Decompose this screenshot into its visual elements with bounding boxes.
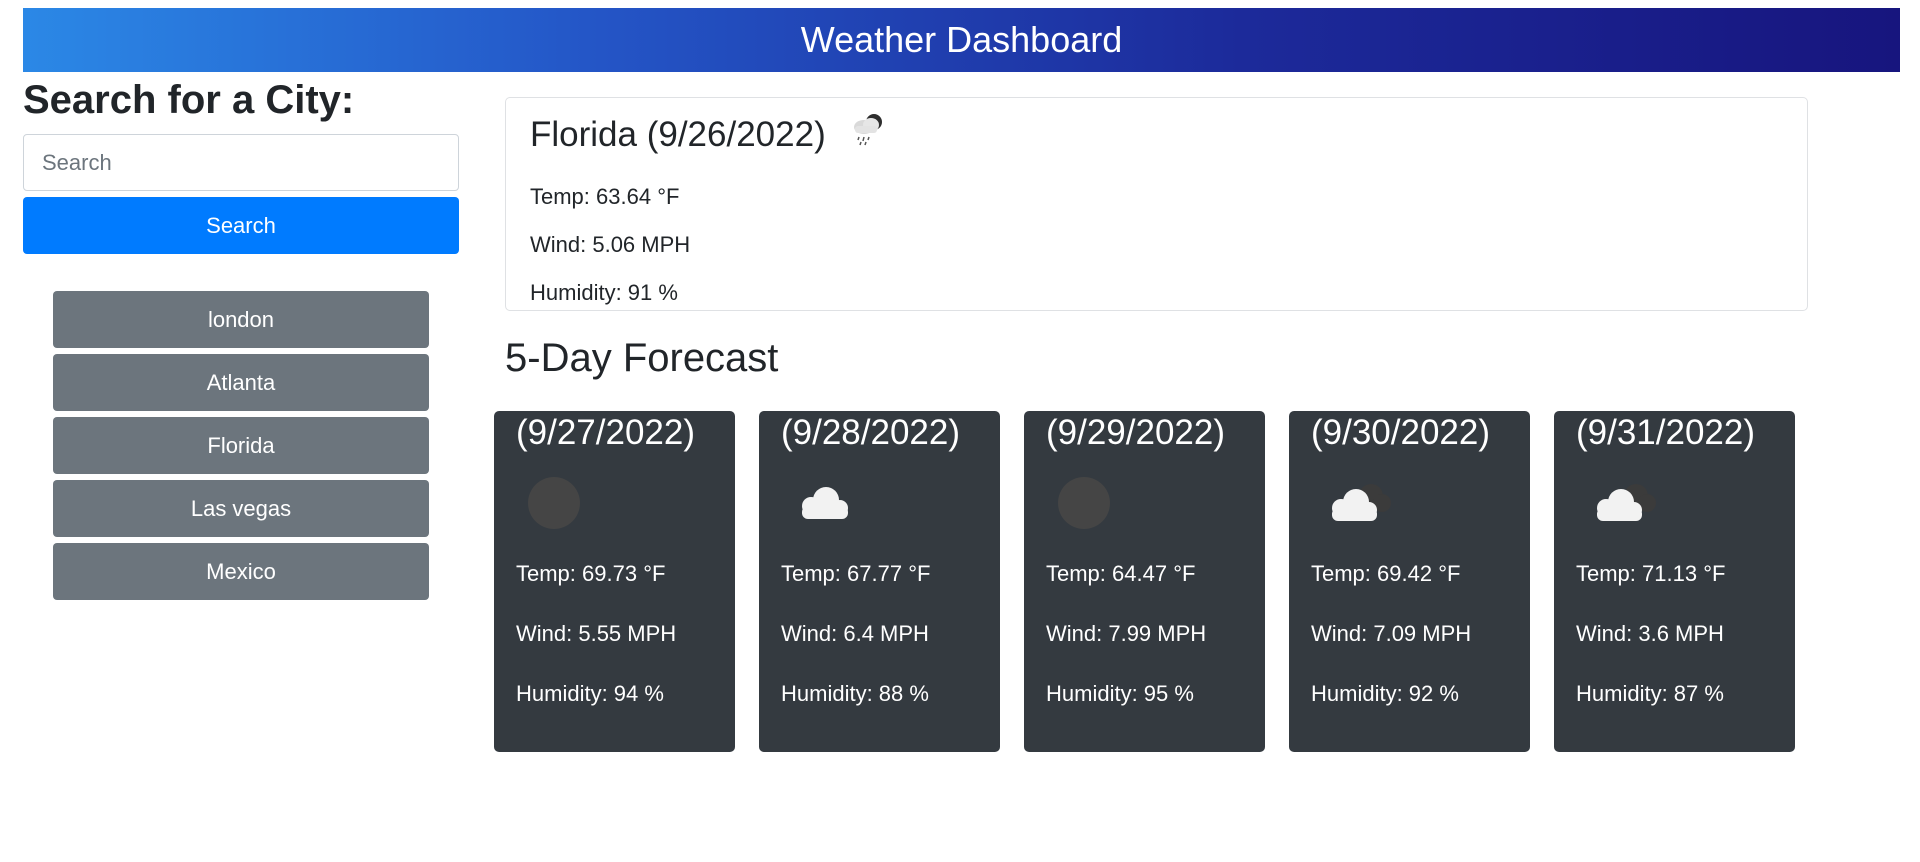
forecast-temp: Temp: 71.13 °F [1576, 561, 1726, 586]
forecast-wind: Wind: 7.09 MPH [1311, 621, 1472, 646]
moon-icon [1046, 455, 1243, 551]
forecast-wind: Wind: 5.55 MPH [516, 621, 677, 646]
current-weather-card: Florida (9/26/2022) Temp: 63.64 °F Wind:… [505, 97, 1808, 311]
forecast-temp: Temp: 69.73 °F [516, 561, 666, 586]
current-weather-title-row: Florida (9/26/2022) [530, 110, 1783, 160]
forecast-card: (9/30/2022) Temp: 69.42 °F Wind: 7.09 MP… [1289, 411, 1530, 752]
history-item-florida[interactable]: Florida [53, 417, 429, 474]
forecast-date: (9/28/2022) [781, 413, 961, 452]
search-input[interactable] [23, 134, 459, 191]
history-item-las-vegas[interactable]: Las vegas [53, 480, 429, 537]
history-item-mexico[interactable]: Mexico [53, 543, 429, 600]
forecast-date: (9/30/2022) [1311, 413, 1491, 452]
moon-icon [516, 455, 713, 551]
app-header: Weather Dashboard [23, 8, 1900, 72]
history-item-atlanta[interactable]: Atlanta [53, 354, 429, 411]
forecast-date: (9/31/2022) [1576, 413, 1756, 452]
forecast-card: (9/27/2022) Temp: 69.73 °F Wind: 5.55 MP… [494, 411, 735, 752]
search-button[interactable]: Search [23, 197, 459, 254]
forecast-humidity: Humidity: 92 % [1311, 681, 1459, 706]
broken-clouds-icon [1576, 455, 1773, 551]
forecast-card: (9/31/2022) Temp: 71.13 °F Wind: 3.6 MPH… [1554, 411, 1795, 752]
forecast-wind: Wind: 7.99 MPH [1046, 621, 1207, 646]
forecast-row: (9/27/2022) Temp: 69.73 °F Wind: 5.55 MP… [494, 411, 1795, 752]
forecast-date: (9/27/2022) [516, 413, 696, 452]
app-title: Weather Dashboard [800, 19, 1123, 60]
forecast-wind: Wind: 6.4 MPH [781, 621, 929, 646]
forecast-card: (9/29/2022) Temp: 64.47 °F Wind: 7.99 MP… [1024, 411, 1265, 752]
search-history-list: london Atlanta Florida Las vegas Mexico [53, 291, 429, 600]
forecast-temp: Temp: 69.42 °F [1311, 561, 1461, 586]
forecast-humidity: Humidity: 95 % [1046, 681, 1194, 706]
forecast-date: (9/29/2022) [1046, 413, 1226, 452]
forecast-humidity: Humidity: 88 % [781, 681, 929, 706]
cloud-icon [781, 455, 978, 551]
current-humidity: Humidity: 91 % [530, 280, 678, 305]
history-item-london[interactable]: london [53, 291, 429, 348]
forecast-humidity: Humidity: 87 % [1576, 681, 1724, 706]
broken-clouds-icon [1311, 455, 1508, 551]
current-wind: Wind: 5.06 MPH [530, 232, 691, 257]
forecast-temp: Temp: 64.47 °F [1046, 561, 1196, 586]
rain-cloud-icon [846, 109, 890, 162]
search-heading: Search for a City: [23, 78, 355, 122]
forecast-temp: Temp: 67.77 °F [781, 561, 931, 586]
current-weather-title: Florida (9/26/2022) [530, 115, 826, 154]
sidebar: Search for a City: Search london Atlanta… [23, 72, 459, 606]
forecast-card: (9/28/2022) Temp: 67.77 °F Wind: 6.4 MPH… [759, 411, 1000, 752]
forecast-wind: Wind: 3.6 MPH [1576, 621, 1724, 646]
forecast-heading: 5-Day Forecast [505, 336, 779, 380]
forecast-humidity: Humidity: 94 % [516, 681, 664, 706]
current-temp: Temp: 63.64 °F [530, 184, 680, 209]
